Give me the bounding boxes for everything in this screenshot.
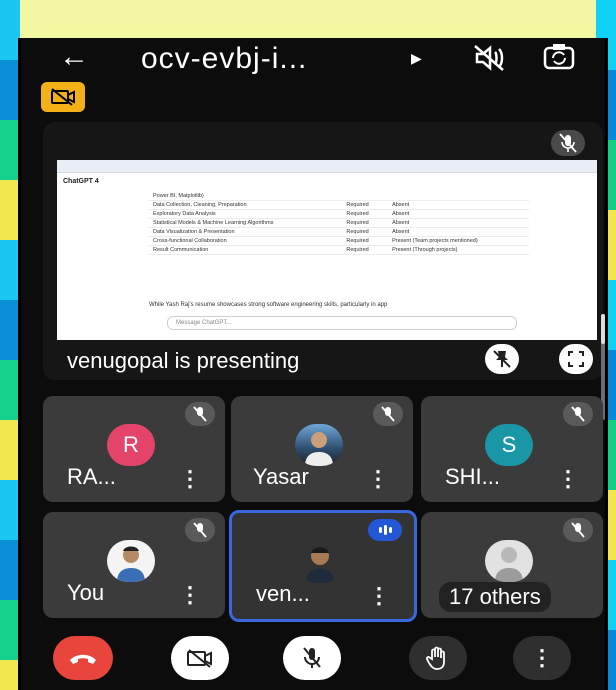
response-paragraph: While Yash Raj's resume showcases strong… xyxy=(149,302,388,308)
table-row: Result Communication Required Present (Thr… xyxy=(149,245,529,255)
table-cell: Power BI, Matplotlib) xyxy=(149,192,343,201)
mic-off-icon xyxy=(563,402,593,426)
table-cell: Data Visualization & Presentation xyxy=(149,227,343,237)
table-cell: Statistical Models & Machine Learning Al… xyxy=(149,218,343,228)
back-arrow-icon[interactable]: ← xyxy=(59,42,89,72)
mic-off-icon xyxy=(563,518,593,542)
mic-toggle-button[interactable] xyxy=(283,636,341,680)
participant-tile-active-speaker[interactable]: ven... ⋮ xyxy=(229,510,417,622)
more-options-icon[interactable]: ⋮ xyxy=(179,466,201,492)
table-cell: Data Collection, Cleaning, Preparation xyxy=(149,200,343,210)
camera-off-icon xyxy=(187,649,212,668)
table-cell: Absent xyxy=(388,200,529,210)
left-edge-decoration xyxy=(0,0,20,690)
table-row: Exploratory Data Analysis Required Absent xyxy=(149,209,529,219)
avatar: S xyxy=(485,424,533,466)
speaker-off-icon[interactable] xyxy=(471,42,507,79)
table-cell: Absent xyxy=(388,209,529,219)
table-cell: Absent xyxy=(388,218,529,228)
participant-name: You xyxy=(67,580,105,605)
table-cell: Present (Team projects mentioned) xyxy=(388,236,529,246)
message-input: Message ChatGPT... xyxy=(167,316,517,330)
table-cell xyxy=(342,192,389,201)
avatar xyxy=(485,540,533,582)
phone-hangup-icon xyxy=(70,654,96,664)
unpin-icon xyxy=(493,350,511,368)
avatar xyxy=(295,424,343,466)
caret-right-icon[interactable]: ▶ xyxy=(411,50,422,67)
table-row: Cross-functional Collaboration Required Pr… xyxy=(149,236,529,246)
others-count-label: 17 others xyxy=(439,582,551,612)
table-row: Power BI, Matplotlib) xyxy=(149,192,529,201)
mic-off-icon xyxy=(185,402,215,426)
table-row: Statistical Models & Machine Learning Al… xyxy=(149,218,529,228)
comparison-table: Power BI, Matplotlib) Data Collection, Cl… xyxy=(149,192,529,255)
end-call-button[interactable] xyxy=(53,636,113,680)
table-cell: Cross-functional Collaboration xyxy=(149,236,343,246)
avatar: R xyxy=(107,424,155,466)
browser-bar xyxy=(57,160,597,173)
more-options-icon[interactable]: ⋮ xyxy=(367,466,389,492)
presentation-tile[interactable]: ChatGPT 4 Power BI, Matplotlib) Data Coll… xyxy=(43,122,603,380)
table-cell: Exploratory Data Analysis xyxy=(149,209,343,219)
mic-off-icon xyxy=(373,402,403,426)
table-cell: Required xyxy=(342,227,389,237)
table-cell: Required xyxy=(342,236,389,246)
table-cell xyxy=(388,192,529,201)
mic-off-icon xyxy=(185,518,215,542)
avatar xyxy=(107,540,155,582)
table-cell: Required xyxy=(342,218,389,228)
fullscreen-icon xyxy=(568,351,584,367)
table-cell: Present (Through projects) xyxy=(388,245,529,255)
switch-camera-icon[interactable] xyxy=(541,40,577,77)
table-cell: Required xyxy=(342,200,389,210)
shared-screen: ChatGPT 4 Power BI, Matplotlib) Data Coll… xyxy=(57,160,597,340)
unpin-button[interactable] xyxy=(485,344,519,374)
fullscreen-button[interactable] xyxy=(559,344,593,374)
camera-off-icon xyxy=(51,88,75,106)
participant-tile[interactable]: Yasar ⋮ xyxy=(231,396,413,502)
participant-name: RA... xyxy=(67,464,116,489)
participant-name: ven... xyxy=(256,581,310,606)
call-controls: ⋮ xyxy=(21,636,605,690)
raise-hand-icon xyxy=(426,646,445,670)
raise-hand-button[interactable] xyxy=(409,636,467,680)
more-options-button[interactable]: ⋮ xyxy=(513,636,571,680)
app-name: ChatGPT 4 xyxy=(63,177,99,185)
table-row: Data Visualization & Presentation Require… xyxy=(149,227,529,237)
camera-toggle-button[interactable] xyxy=(171,636,229,680)
table-row: Data Collection, Cleaning, Preparation Re… xyxy=(149,200,529,210)
scrollbar-thumb[interactable] xyxy=(601,314,605,344)
mic-off-icon xyxy=(551,130,585,161)
table-cell: Required xyxy=(342,209,389,219)
participant-tile-others[interactable]: 17 others xyxy=(421,512,603,618)
meeting-title[interactable]: ocv-evbj-i... xyxy=(141,42,307,76)
meet-app-screen: ← ocv-evbj-i... ▶ ChatGPT 4 Power BI, Ma… xyxy=(18,38,608,690)
camera-off-badge xyxy=(41,82,85,112)
speaking-indicator-icon xyxy=(368,519,402,541)
participant-tile-you[interactable]: You ⋮ xyxy=(43,512,225,618)
mic-off-icon xyxy=(303,647,321,668)
avatar xyxy=(296,541,344,583)
table-cell: Result Communication xyxy=(149,245,343,255)
presenting-label: venugopal is presenting xyxy=(67,348,300,373)
top-bar: ← ocv-evbj-i... ▶ xyxy=(21,38,605,80)
table-cell: Required xyxy=(342,245,389,255)
participant-name: Yasar xyxy=(253,464,309,489)
participant-tile[interactable]: S SHI... ⋮ xyxy=(421,396,603,502)
more-options-icon[interactable]: ⋮ xyxy=(368,583,390,609)
chatgpt-header: ChatGPT 4 xyxy=(57,173,597,189)
more-options-icon[interactable]: ⋮ xyxy=(179,582,201,608)
more-options-icon[interactable]: ⋮ xyxy=(557,466,579,492)
participant-name: SHI... xyxy=(445,464,501,489)
participant-tile[interactable]: R RA... ⋮ xyxy=(43,396,225,502)
table-cell: Absent xyxy=(388,227,529,237)
